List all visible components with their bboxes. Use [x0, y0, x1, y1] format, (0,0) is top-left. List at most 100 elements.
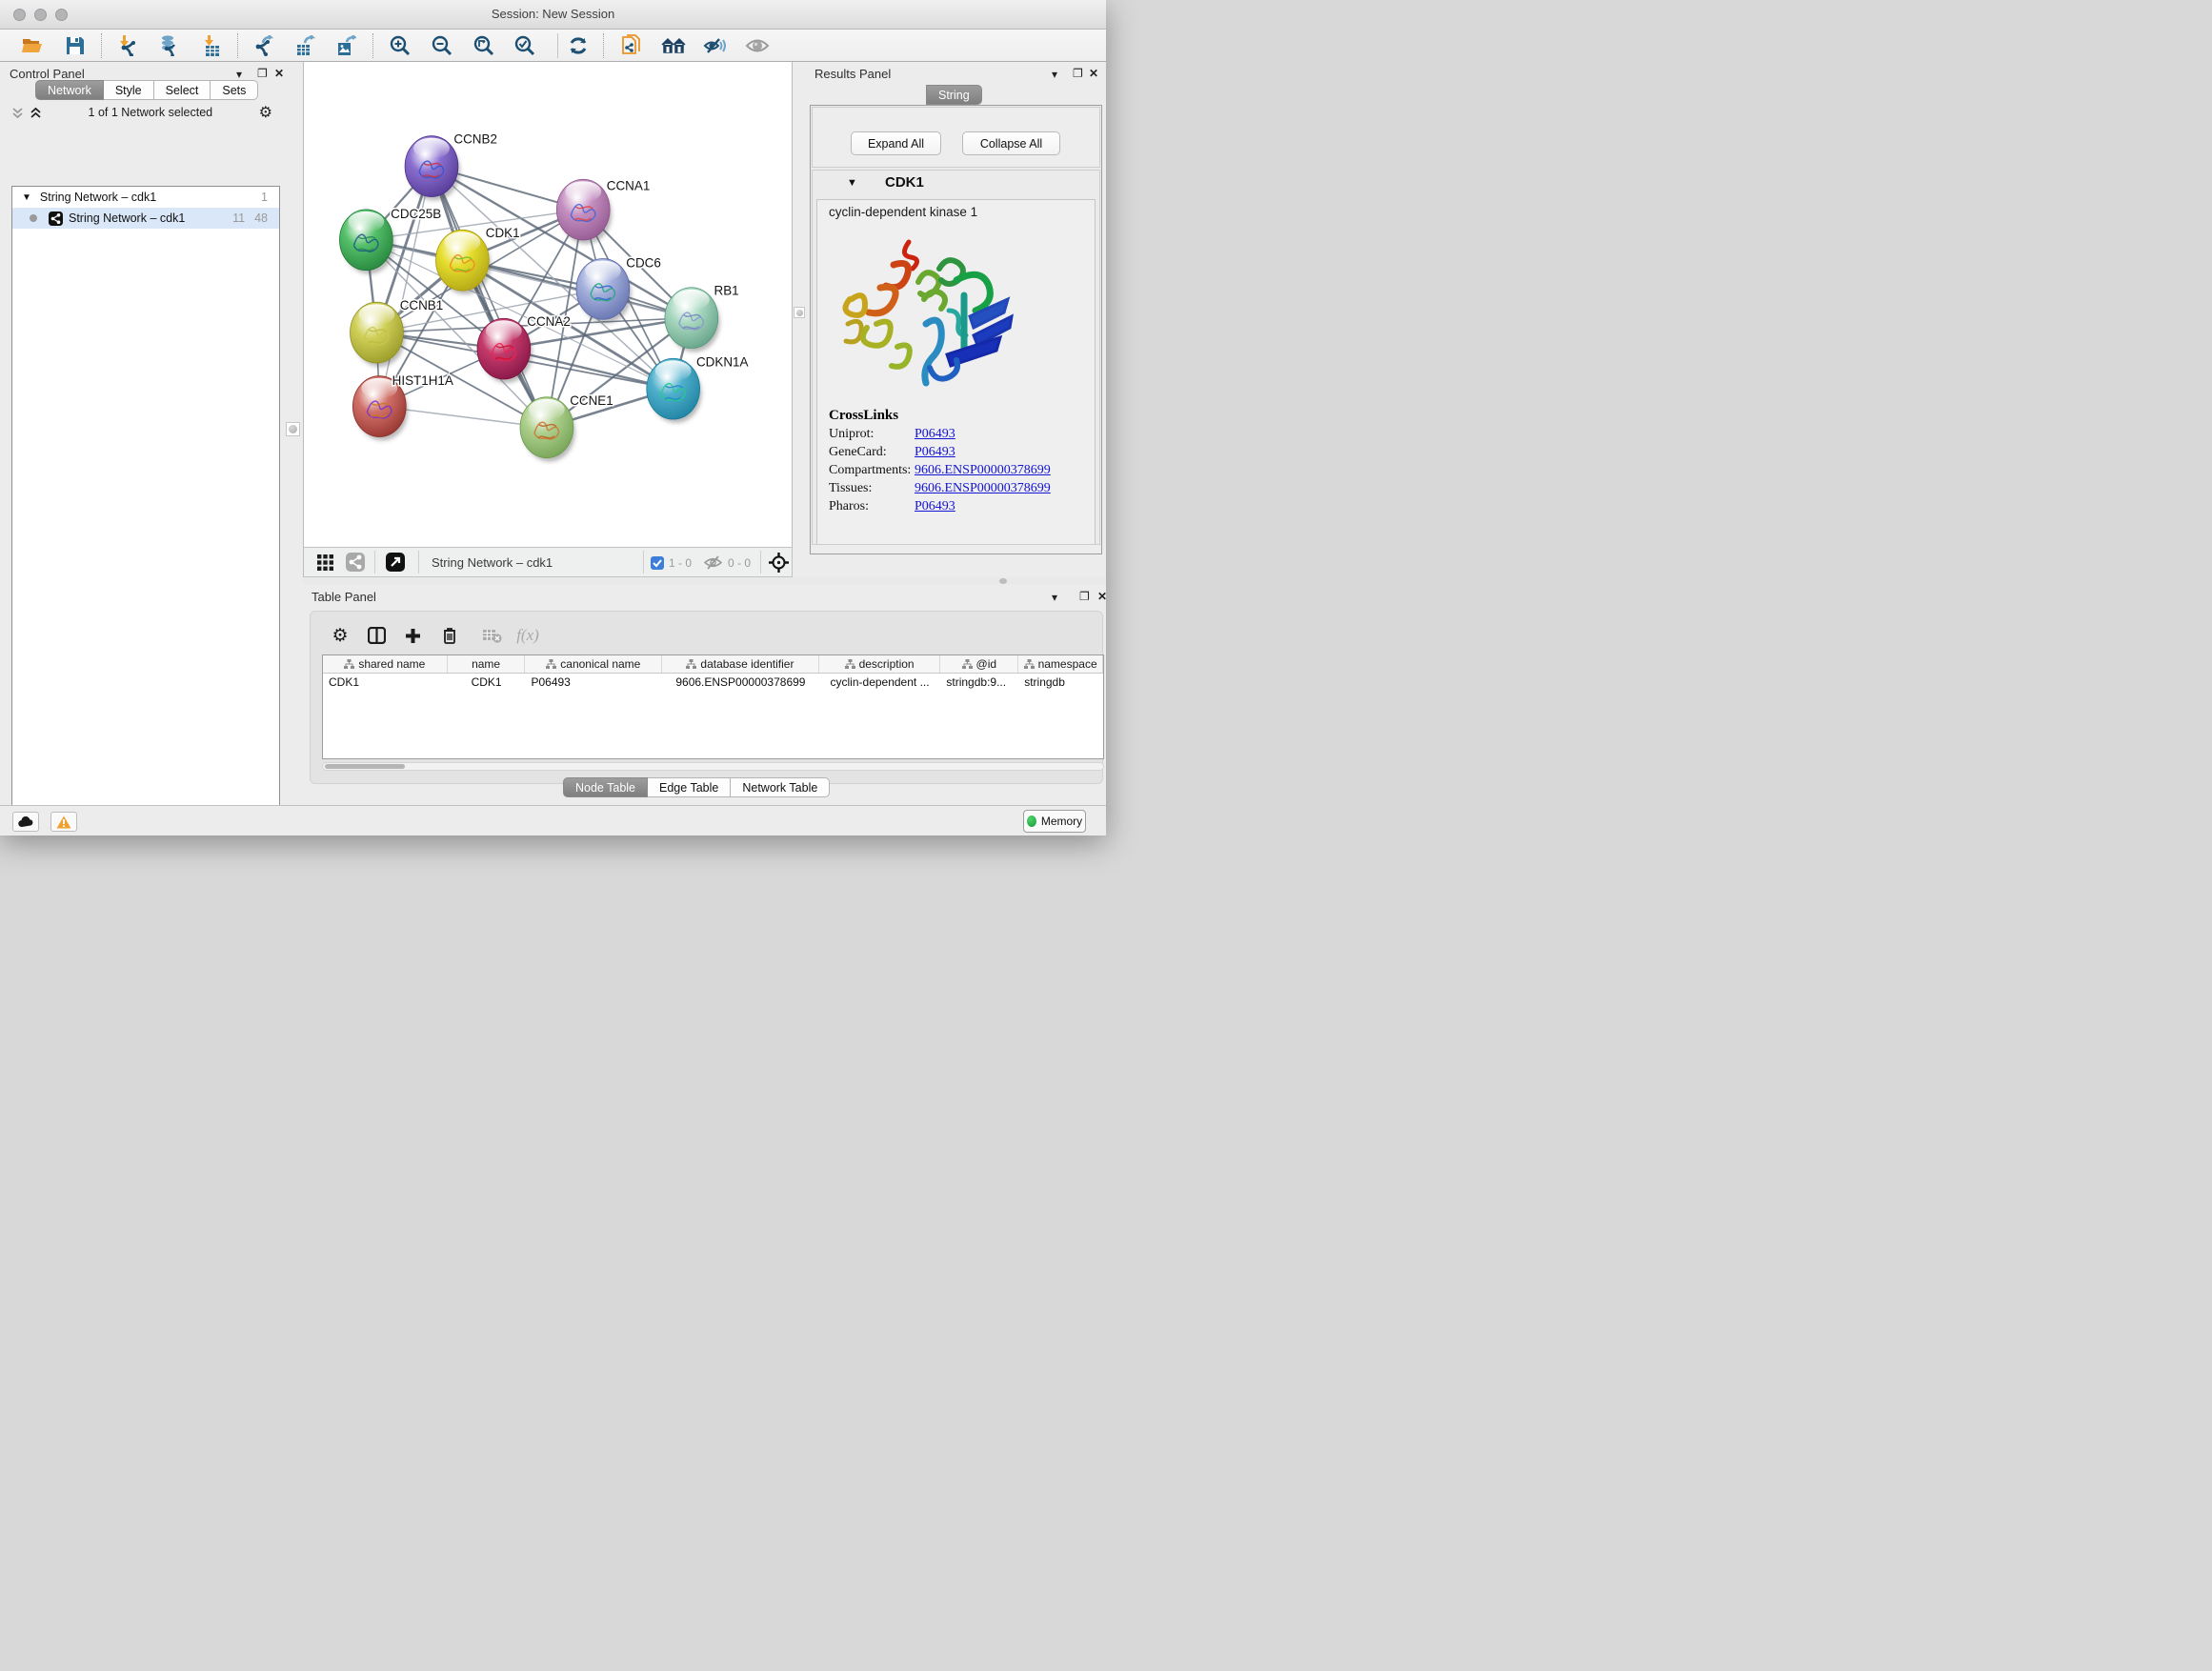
- network-node-cdkn1a[interactable]: [647, 358, 702, 423]
- collapse-all-button[interactable]: Collapse All: [962, 131, 1060, 155]
- column-header--id[interactable]: @id: [940, 655, 1018, 673]
- zoom-fit-button[interactable]: [471, 33, 497, 58]
- table-cell[interactable]: CDK1: [448, 674, 526, 692]
- selected-checkbox-icon[interactable]: [651, 556, 664, 570]
- table-settings-button[interactable]: ⚙: [328, 623, 352, 648]
- string-home-button[interactable]: [660, 33, 687, 58]
- zoom-out-button[interactable]: [429, 33, 455, 58]
- tab-sets[interactable]: Sets: [211, 80, 258, 100]
- table-cell[interactable]: stringdb:9...: [940, 674, 1018, 692]
- network-row[interactable]: String Network – cdk1 11 48: [12, 208, 279, 229]
- open-session-button[interactable]: [19, 33, 46, 58]
- column-header-database-identifier[interactable]: database identifier: [662, 655, 819, 673]
- tab-edge-table[interactable]: Edge Table: [648, 777, 731, 797]
- hidden-eye-slash-icon[interactable]: [704, 555, 722, 570]
- panel-float-icon[interactable]: ❐: [1079, 590, 1090, 603]
- crosslink-link[interactable]: 9606.ENSP00000378699: [915, 463, 1051, 478]
- gear-icon[interactable]: ⚙: [259, 103, 272, 122]
- network-node-cdc25b[interactable]: [339, 210, 394, 274]
- crosslink-link[interactable]: 9606.ENSP00000378699: [915, 481, 1051, 496]
- scrollbar-thumb[interactable]: [325, 764, 405, 769]
- panel-float-icon[interactable]: ❐: [257, 67, 268, 80]
- panel-close-icon[interactable]: ✕: [274, 67, 284, 80]
- memory-button[interactable]: Memory: [1023, 810, 1086, 833]
- node-table-body: CDK1CDK1P064939606.ENSP00000378699cyclin…: [323, 674, 1103, 692]
- crosslink-label: GeneCard:: [829, 445, 915, 460]
- expand-all-button[interactable]: Expand All: [851, 131, 941, 155]
- delete-table-button[interactable]: [480, 623, 505, 648]
- expand-all-chevron-icon[interactable]: [30, 107, 42, 119]
- table-cell[interactable]: P06493: [525, 674, 662, 692]
- column-header-namespace[interactable]: namespace: [1018, 655, 1103, 673]
- share-document-button[interactable]: [618, 33, 645, 58]
- enable-glasses-button[interactable]: [702, 33, 729, 58]
- function-builder-button[interactable]: f(x): [515, 623, 540, 648]
- string-badge-button[interactable]: [342, 550, 369, 574]
- table-cell[interactable]: cyclin-dependent ...: [819, 674, 941, 692]
- zoom-in-button[interactable]: [387, 33, 413, 58]
- delete-column-button[interactable]: [437, 623, 462, 648]
- panel-menu-icon[interactable]: ▾: [236, 68, 242, 81]
- horizontal-splitter[interactable]: [303, 577, 1106, 584]
- add-column-button[interactable]: [400, 623, 425, 648]
- tab-style[interactable]: Style: [104, 80, 154, 100]
- section-collapse-icon[interactable]: ▼: [847, 177, 857, 189]
- export-image-button[interactable]: [332, 33, 359, 58]
- save-session-button[interactable]: [62, 33, 89, 58]
- birds-eye-button[interactable]: [312, 550, 338, 574]
- table-cell[interactable]: stringdb: [1018, 674, 1103, 692]
- crosslink-link[interactable]: P06493: [915, 427, 955, 442]
- import-database-button[interactable]: [156, 33, 183, 58]
- collection-expand-icon[interactable]: ▼: [22, 192, 31, 203]
- show-columns-button[interactable]: [364, 623, 389, 648]
- tab-network[interactable]: Network: [35, 80, 104, 100]
- warning-status-button[interactable]: [50, 812, 77, 832]
- open-in-browser-button[interactable]: [382, 550, 409, 574]
- crosslink-link[interactable]: P06493: [915, 499, 955, 514]
- network-node-ccna2[interactable]: [477, 318, 533, 383]
- network-node-cdc6[interactable]: [576, 258, 632, 323]
- network-node-rb1[interactable]: [665, 288, 720, 352]
- export-table-button[interactable]: [292, 33, 318, 58]
- fit-selected-button[interactable]: [765, 550, 792, 574]
- node-label-cdk1: CDK1: [486, 226, 520, 240]
- column-header-name[interactable]: name: [448, 655, 526, 673]
- import-table-button[interactable]: [199, 33, 226, 58]
- cloud-status-button[interactable]: [12, 812, 39, 832]
- network-node-ccna1[interactable]: [556, 179, 612, 244]
- refresh-button[interactable]: [565, 33, 592, 58]
- column-header-shared-name[interactable]: shared name: [323, 655, 448, 673]
- network-node-ccnb2[interactable]: [405, 136, 460, 201]
- results-scroll-strip[interactable]: [812, 544, 1100, 553]
- panel-menu-icon[interactable]: ▾: [1052, 68, 1057, 81]
- panel-close-icon[interactable]: ✕: [1097, 590, 1106, 603]
- column-header-description[interactable]: description: [819, 655, 941, 673]
- left-splitter-handle[interactable]: [286, 422, 300, 436]
- right-splitter-handle[interactable]: [794, 307, 805, 318]
- table-hscrollbar[interactable]: [322, 762, 1104, 771]
- export-network-button[interactable]: [251, 33, 277, 58]
- tab-network-table[interactable]: Network Table: [731, 777, 830, 797]
- tab-select[interactable]: Select: [154, 80, 211, 100]
- tab-node-table[interactable]: Node Table: [563, 777, 648, 797]
- panel-close-icon[interactable]: ✕: [1089, 67, 1098, 80]
- panel-float-icon[interactable]: ❐: [1073, 67, 1083, 80]
- network-collection-row[interactable]: ▼ String Network – cdk1 1: [12, 187, 279, 208]
- network-node-ccne1[interactable]: [520, 397, 575, 462]
- zoom-selected-button[interactable]: [512, 33, 538, 58]
- import-network-button[interactable]: [115, 33, 142, 58]
- network-edge[interactable]: [432, 167, 547, 428]
- network-node-cdk1[interactable]: [435, 230, 491, 294]
- table-cell[interactable]: 9606.ENSP00000378699: [662, 674, 819, 692]
- crosslink-link[interactable]: P06493: [915, 445, 955, 460]
- table-row[interactable]: CDK1CDK1P064939606.ENSP00000378699cyclin…: [323, 674, 1103, 692]
- network-node-ccnb1[interactable]: [351, 302, 406, 367]
- panel-menu-icon[interactable]: ▾: [1052, 591, 1057, 604]
- table-cell[interactable]: CDK1: [323, 674, 448, 692]
- column-header-canonical-name[interactable]: canonical name: [525, 655, 662, 673]
- column-type-icon: [546, 659, 556, 669]
- network-canvas[interactable]: CCNB2CCNA1CDC25BCDK1CDC6RB1CCNB1CCNA2CDK…: [303, 62, 793, 547]
- tab-string[interactable]: String: [926, 85, 982, 105]
- collapse-all-chevron-icon[interactable]: [11, 107, 24, 119]
- show-eye-button[interactable]: [744, 33, 771, 58]
